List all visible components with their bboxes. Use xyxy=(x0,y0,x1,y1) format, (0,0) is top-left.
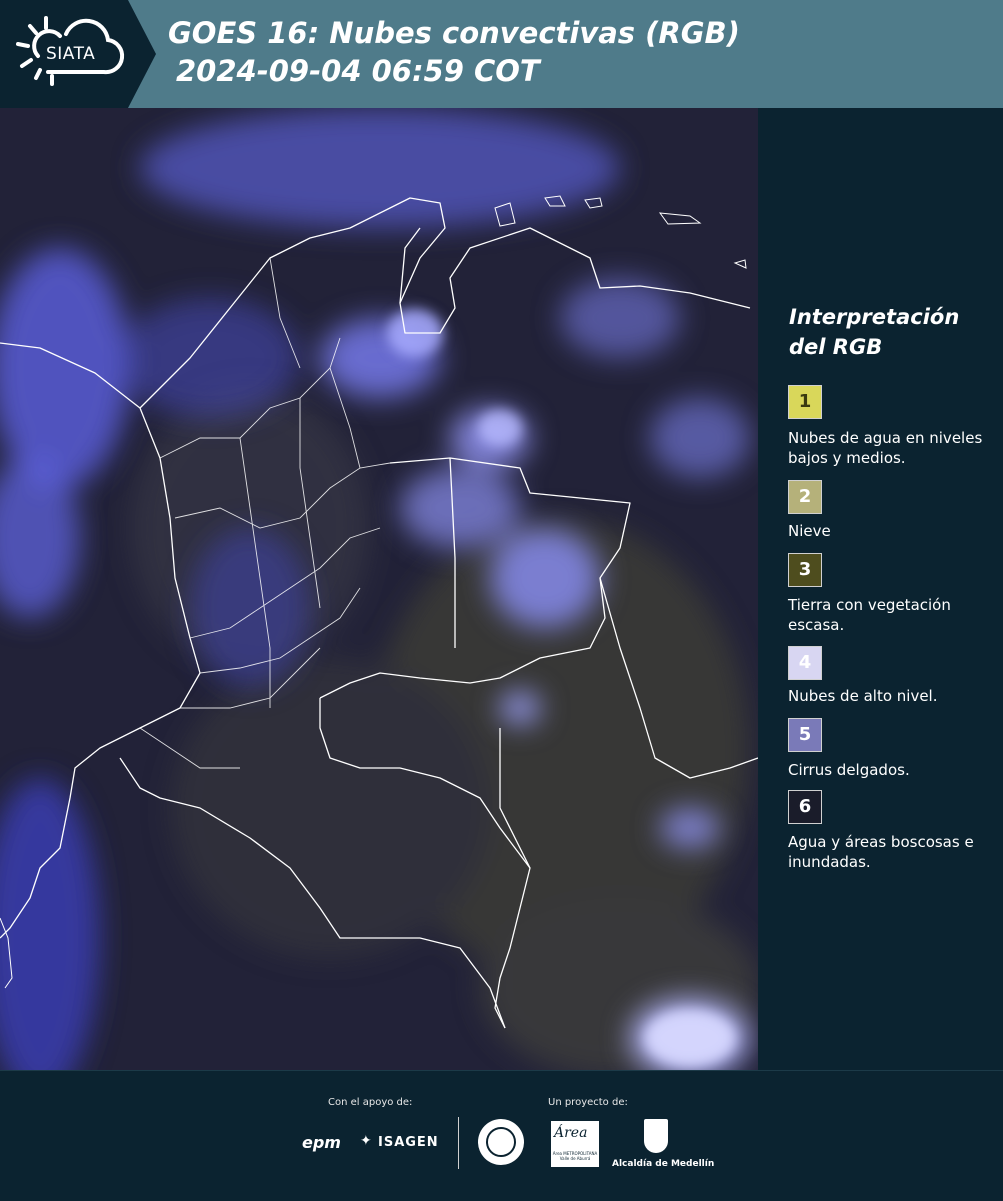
logo-text: SIATA xyxy=(46,44,96,64)
legend-swatch-1: 1 xyxy=(788,385,822,419)
support-label: Con el apoyo de: xyxy=(328,1097,413,1108)
legend-swatch-2: 2 xyxy=(788,480,822,514)
legend-label-1: Nubes de agua en niveles bajos y medios. xyxy=(788,429,983,467)
footer: Con el apoyo de: Un proyecto de: epm ✦ I… xyxy=(0,1070,1003,1201)
satellite-image xyxy=(0,108,758,1070)
legend-label-6: Agua y áreas boscosas e inundadas. xyxy=(788,833,974,871)
legend-title: Interpretación del RGB xyxy=(789,305,960,359)
legend-swatch-4: 4 xyxy=(788,646,822,680)
legend-label-2: Nieve xyxy=(788,522,831,540)
isagen-logo[interactable]: ISAGEN xyxy=(378,1135,439,1150)
area-metropolitana-logo[interactable]: Área Área METROPOLITANA Valle de Aburrá xyxy=(551,1121,599,1167)
title-line-2-timestamp: 2024-09-04 06:59 COT xyxy=(176,54,540,88)
area-metropolitana-text: Área METROPOLITANA Valle de Aburrá xyxy=(552,1151,598,1161)
isagen-icon: ✦ xyxy=(360,1133,372,1149)
satellite-map[interactable] xyxy=(0,108,758,1070)
header: SIATA GOES 16: Nubes convectivas (RGB) 2… xyxy=(0,0,1003,108)
page-title: GOES 16: Nubes convectivas (RGB) 2024-09… xyxy=(168,14,740,90)
siata-logo[interactable]: SIATA xyxy=(0,0,156,108)
title-line-1: GOES 16: Nubes convectivas (RGB) xyxy=(168,16,740,50)
alcaldia-shield-icon xyxy=(644,1119,668,1153)
legend-label-5: Cirrus delgados. xyxy=(788,761,910,779)
alcaldia-medellin-logo[interactable]: Alcaldía de Medellín xyxy=(612,1159,714,1169)
legend-label-4: Nubes de alto nivel. xyxy=(788,687,938,705)
project-label: Un proyecto de: xyxy=(548,1097,628,1108)
legend-panel: Interpretación del RGB 1 Nubes de agua e… xyxy=(760,108,1003,1070)
legend-swatch-6: 6 xyxy=(788,790,822,824)
medellin-seal-icon[interactable] xyxy=(478,1119,524,1165)
legend-label-3: Tierra con vegetación escasa. xyxy=(788,596,951,634)
footer-divider xyxy=(458,1117,459,1169)
legend-swatch-5: 5 xyxy=(788,718,822,752)
epm-logo[interactable]: epm xyxy=(302,1133,341,1152)
legend-swatch-3: 3 xyxy=(788,553,822,587)
